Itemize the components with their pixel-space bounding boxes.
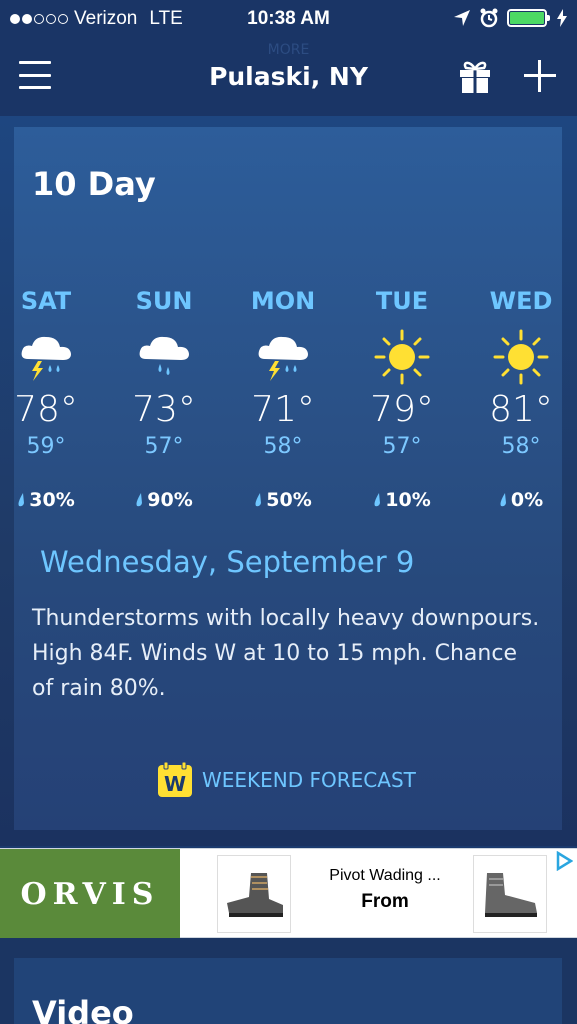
precip-chance: 10% xyxy=(347,489,457,511)
raindrop-icon xyxy=(255,493,262,507)
day-column-wed[interactable]: WED 81° 58° 0% xyxy=(466,287,576,511)
weekend-forecast-label: WEEKEND FORECAST xyxy=(202,768,416,792)
detail-text: Thunderstorms with locally heavy downpou… xyxy=(32,606,540,701)
day-name: SUN xyxy=(135,287,193,315)
ad-product-text: Pivot Wading ... xyxy=(329,867,441,884)
status-bar: Verizon LTE 10:38 AM xyxy=(0,0,577,38)
location-arrow-icon xyxy=(454,10,470,26)
card-title: 10 Day xyxy=(32,165,156,203)
rain-icon xyxy=(139,336,189,375)
thunderstorm-icon xyxy=(21,336,72,381)
day-name: TUE xyxy=(375,287,429,315)
low-temp: 57° xyxy=(382,434,422,459)
raindrop-icon xyxy=(500,493,506,507)
raindrop-icon xyxy=(18,493,25,507)
day-column-sat[interactable]: SAT 78° 59° 30% xyxy=(0,287,101,511)
ad-product-image-left xyxy=(217,855,291,933)
more-label: MORE xyxy=(267,42,310,58)
ten-day-card: 10 Day SAT 78° 59° 30% SUN 73° 57° 90% M… xyxy=(14,127,562,830)
raindrop-icon xyxy=(374,493,381,507)
charging-bolt-icon xyxy=(557,9,567,27)
raindrop-icon xyxy=(136,493,143,507)
low-temp: 57° xyxy=(144,434,184,459)
wading-boot-icon xyxy=(485,873,537,917)
add-location-icon[interactable] xyxy=(524,60,556,92)
video-title: Video xyxy=(32,994,134,1024)
precip-chance: 30% xyxy=(0,489,101,511)
day-name: MON xyxy=(250,287,316,315)
battery-icon xyxy=(507,9,550,27)
sun-icon xyxy=(493,329,549,385)
day-column-mon[interactable]: MON 71° 58° 50% xyxy=(228,287,338,511)
low-temp: 58° xyxy=(501,434,541,459)
day-list: SAT 78° 59° 30% SUN 73° 57° 90% MON 71° … xyxy=(14,287,562,527)
video-card[interactable]: Video xyxy=(14,958,562,1024)
wading-boot-icon xyxy=(227,873,283,917)
day-name: SAT xyxy=(20,287,72,315)
high-temp: 71° xyxy=(251,389,315,430)
nav-bar: MORE Pulaski, NY xyxy=(0,38,577,116)
weekend-badge-icon: W xyxy=(158,761,192,797)
low-temp: 59° xyxy=(26,434,66,459)
orvis-logo: ORVIS xyxy=(0,849,180,939)
ad-from-text: From xyxy=(361,891,409,912)
day-column-tue[interactable]: TUE 79° 57° 10% xyxy=(347,287,457,511)
precip-chance: 50% xyxy=(228,489,338,511)
thunderstorm-icon xyxy=(258,336,308,381)
ad-banner[interactable]: ORVIS Pivot Wading ... From xyxy=(0,848,577,939)
sun-icon xyxy=(374,329,430,385)
gift-icon[interactable] xyxy=(458,58,492,94)
high-temp: 73° xyxy=(132,389,196,430)
ad-product-image-right xyxy=(473,855,547,933)
alarm-icon xyxy=(480,8,498,28)
low-temp: 58° xyxy=(263,434,303,459)
precip-chance: 0% xyxy=(466,489,576,511)
ad-choices-icon[interactable] xyxy=(555,851,573,871)
status-right xyxy=(453,8,567,28)
ad-text: Pivot Wading ... From xyxy=(320,867,450,913)
day-name: WED xyxy=(489,287,553,315)
detail-date: Wednesday, September 9 xyxy=(40,545,415,579)
precip-chance: 90% xyxy=(109,489,219,511)
high-temp: 78° xyxy=(14,389,78,430)
day-column-sun[interactable]: SUN 73° 57° 90% xyxy=(109,287,219,511)
svg-text:W: W xyxy=(164,772,186,796)
weekend-forecast-link[interactable]: W WEEKEND FORECAST xyxy=(156,761,416,799)
high-temp: 81° xyxy=(489,389,553,430)
high-temp: 79° xyxy=(370,389,434,430)
